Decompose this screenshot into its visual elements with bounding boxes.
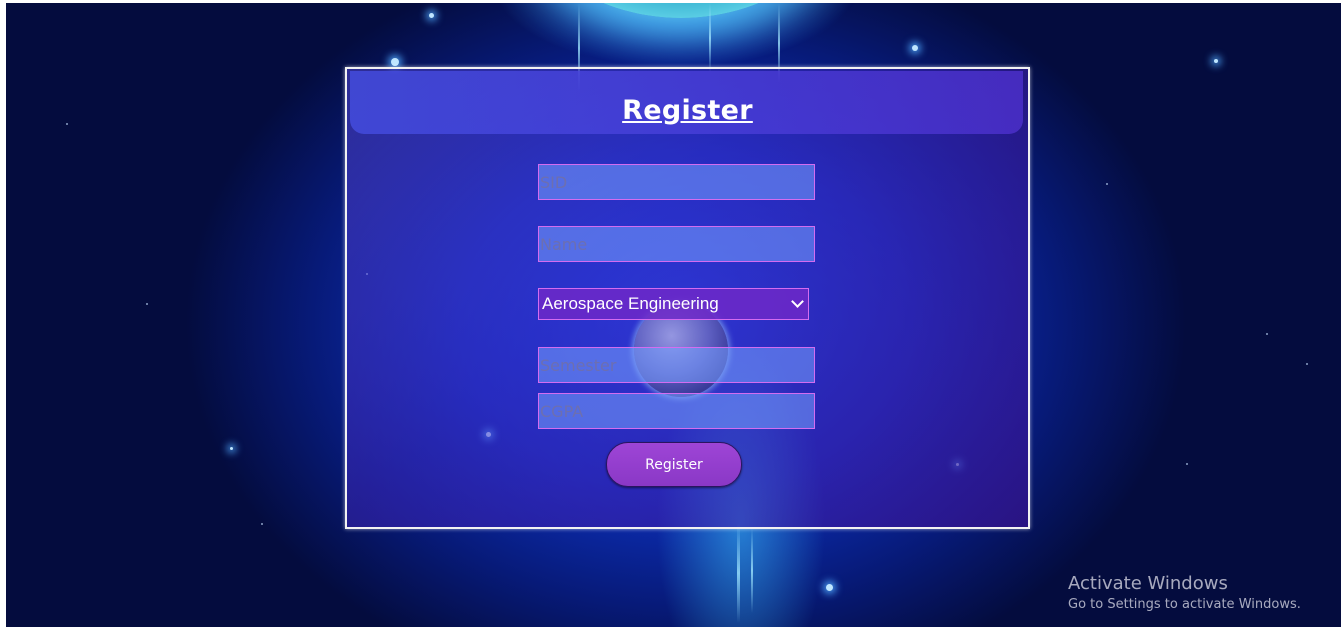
star-glow <box>391 58 399 66</box>
name-input[interactable] <box>538 226 815 262</box>
star-dot <box>66 123 68 125</box>
planet-decoration <box>511 3 851 18</box>
watermark-title: Activate Windows <box>1068 573 1228 594</box>
sid-input[interactable] <box>538 164 815 200</box>
star-dot <box>146 303 148 305</box>
cgpa-input[interactable] <box>538 393 815 429</box>
star-dot <box>261 523 263 525</box>
windows-activation-watermark: Activate Windows Go to Settings to activ… <box>1068 572 1301 614</box>
star-glow <box>230 447 233 450</box>
star-dot <box>1186 463 1188 465</box>
watermark-subtitle: Go to Settings to activate Windows. <box>1068 597 1301 612</box>
register-button[interactable]: Register <box>606 442 742 487</box>
semester-input[interactable] <box>538 347 815 383</box>
light-beam <box>737 523 740 623</box>
star-glow <box>429 13 434 18</box>
star-dot <box>1106 183 1108 185</box>
register-card: Register Aerospace Engineering Register <box>345 67 1030 529</box>
star-dot <box>1306 363 1308 365</box>
register-button-label: Register <box>645 456 703 473</box>
light-beam <box>709 3 711 73</box>
card-header: Register <box>350 71 1023 134</box>
star-glow <box>912 45 918 51</box>
department-selected-value: Aerospace Engineering <box>542 294 719 313</box>
star-glow <box>1214 59 1218 63</box>
chevron-down-icon <box>791 295 804 308</box>
light-beam <box>751 528 753 613</box>
department-select[interactable]: Aerospace Engineering <box>538 288 809 320</box>
space-background: Register Aerospace Engineering Register … <box>6 3 1341 627</box>
star-glow <box>826 584 833 591</box>
form-title: Register <box>622 95 753 126</box>
star-dot <box>1266 333 1268 335</box>
